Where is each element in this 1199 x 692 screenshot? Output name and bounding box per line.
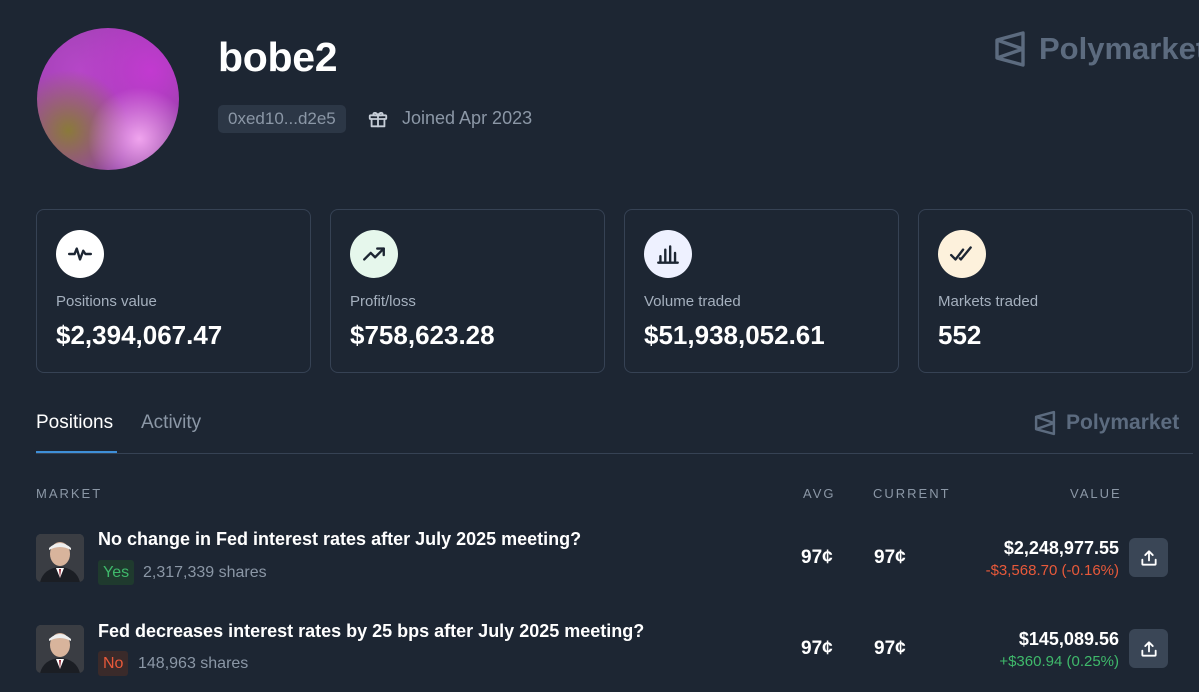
polymarket-wordmark: Polymarket [1066, 411, 1180, 434]
outcome-badge: No [98, 651, 129, 676]
polymarket-logo: Polymarket [993, 30, 1199, 68]
polymarket-logo-icon [995, 31, 1025, 67]
tab-positions[interactable]: Positions [36, 412, 113, 434]
trending-up-icon [350, 230, 398, 278]
avg-price: 97¢ [801, 638, 833, 659]
bar-chart-icon [644, 230, 692, 278]
shares-count: 148,963 shares [138, 655, 249, 672]
stat-label: Volume traded [644, 293, 741, 310]
stat-value: $758,623.28 [350, 320, 495, 350]
market-thumbnail[interactable] [36, 625, 84, 673]
stat-label: Markets traded [938, 293, 1039, 310]
current-price: 97¢ [874, 547, 906, 568]
wallet-address[interactable]: 0xed10...d2e5 [218, 105, 346, 133]
joined-date: Joined Apr 2023 [402, 108, 533, 128]
avg-price: 97¢ [801, 547, 833, 568]
pulse-icon [56, 230, 104, 278]
share-button[interactable] [1129, 538, 1168, 577]
stat-label: Positions value [56, 293, 157, 310]
market-title[interactable]: Fed decreases interest rates by 25 bps a… [98, 621, 644, 642]
stat-value: $51,938,052.61 [644, 320, 825, 350]
column-header-market[interactable]: MARKET [36, 486, 102, 501]
double-check-icon [938, 230, 986, 278]
gift-icon [367, 108, 389, 130]
position-change: +$360.94 (0.25%) [999, 653, 1119, 670]
stat-card-profit-loss: Profit/loss $758,623.28 [330, 209, 605, 373]
market-thumbnail[interactable] [36, 534, 84, 582]
column-header-avg[interactable]: AVG [803, 486, 836, 501]
share-icon [1140, 549, 1157, 566]
polymarket-logo-secondary: Polymarket [1033, 410, 1179, 436]
tab-activity[interactable]: Activity [141, 412, 201, 434]
current-price: 97¢ [874, 638, 906, 659]
position-value: $2,248,977.55 [1003, 538, 1119, 558]
stat-value: 552 [938, 320, 982, 350]
stat-card-positions-value: Positions value $2,394,067.47 [36, 209, 311, 373]
tabs-divider [36, 453, 1193, 454]
position-change: -$3,568.70 (-0.16%) [985, 562, 1119, 579]
share-icon [1140, 640, 1157, 657]
market-title[interactable]: No change in Fed interest rates after Ju… [98, 529, 581, 550]
username: bobe2 [218, 34, 338, 80]
shares-count: 2,317,339 shares [143, 564, 267, 581]
share-button[interactable] [1129, 629, 1168, 668]
stat-card-volume-traded: Volume traded $51,938,052.61 [624, 209, 899, 373]
column-header-value[interactable]: VALUE [1070, 486, 1122, 501]
stat-label: Profit/loss [350, 293, 416, 310]
stat-value: $2,394,067.47 [56, 320, 223, 350]
column-header-current[interactable]: CURRENT [873, 486, 951, 501]
stat-card-markets-traded: Markets traded 552 [918, 209, 1193, 373]
avatar [37, 28, 179, 170]
polymarket-wordmark: Polymarket [1039, 31, 1199, 66]
polymarket-logo-icon [1034, 410, 1056, 436]
outcome-badge: Yes [98, 560, 135, 585]
position-value: $145,089.56 [1018, 629, 1119, 649]
